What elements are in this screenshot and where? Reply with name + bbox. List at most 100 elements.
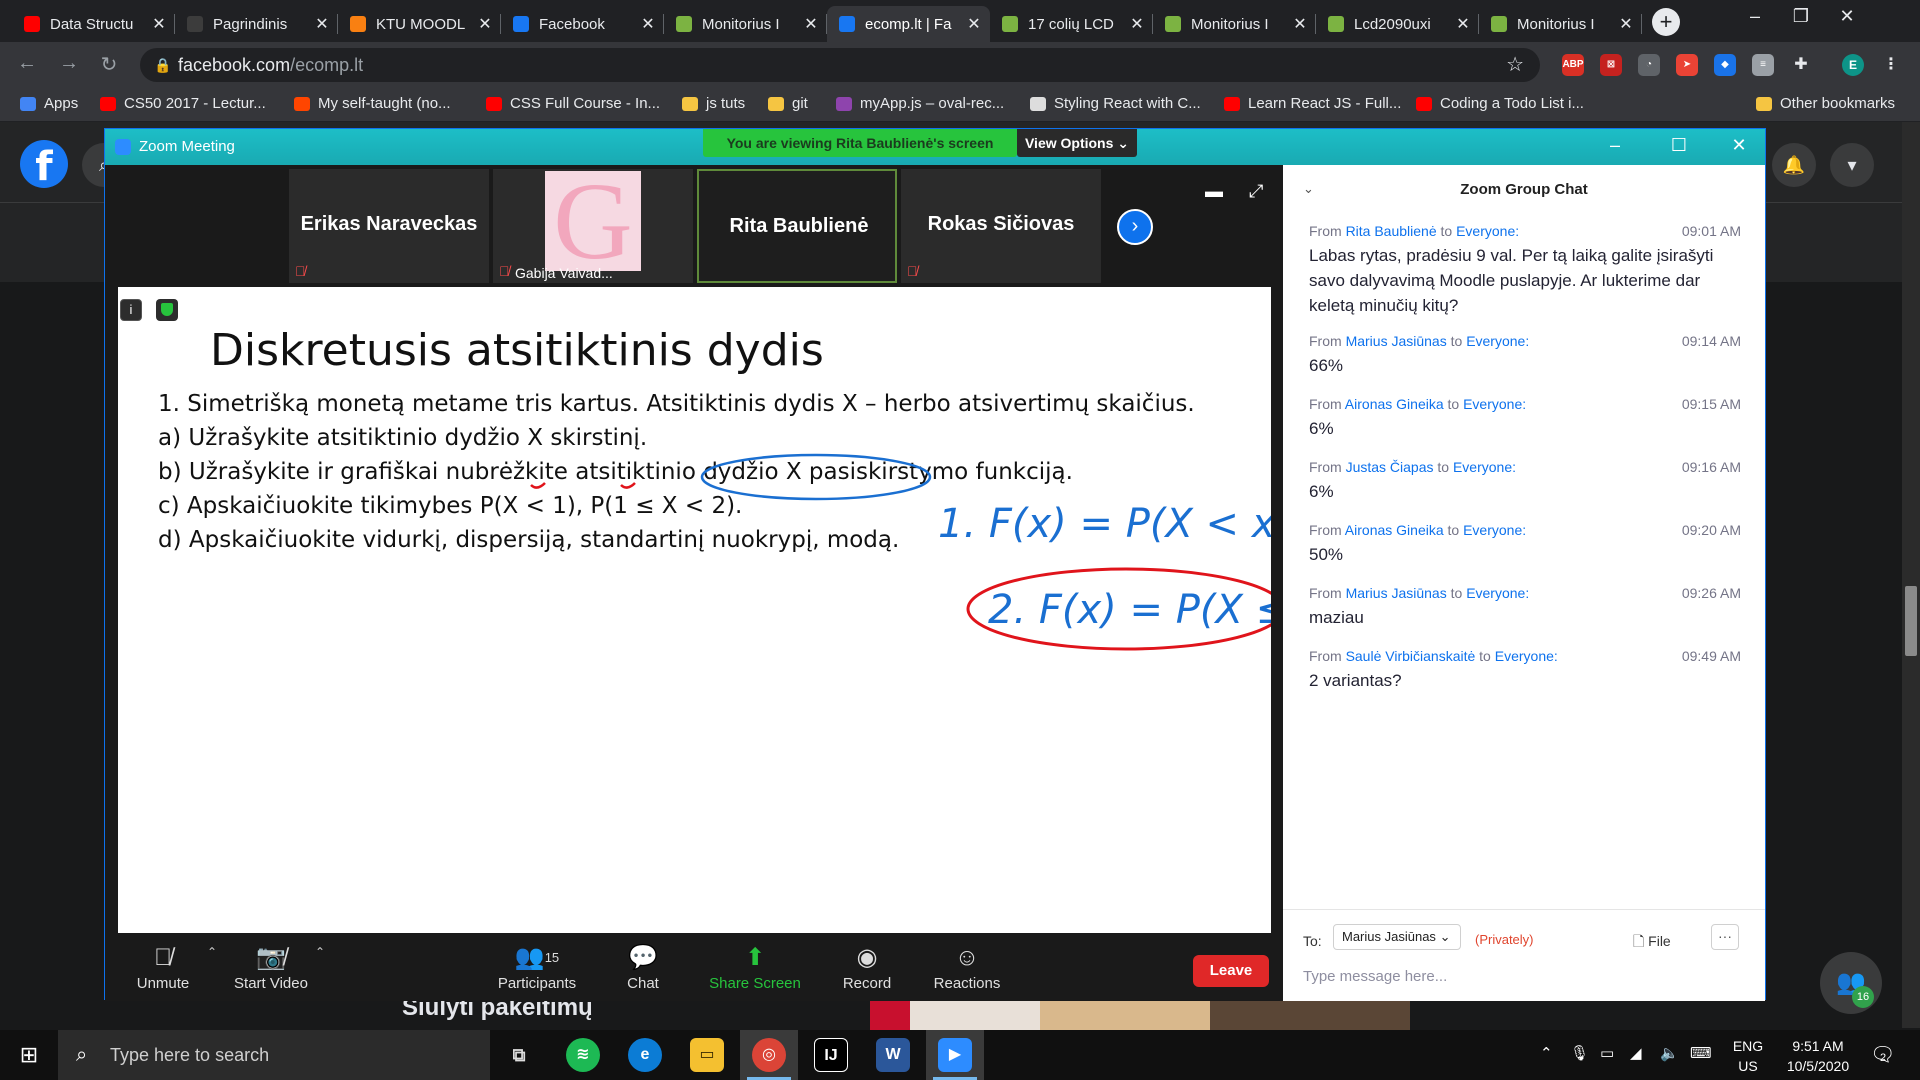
reactions-button[interactable]: ☺ Reactions	[917, 941, 1017, 992]
browser-tab[interactable]: 17 colių LCD ✕	[990, 6, 1153, 42]
close-window-icon[interactable]: ✕	[1824, 6, 1870, 27]
new-tab-button[interactable]: +	[1652, 8, 1680, 36]
extensions-puzzle-icon[interactable]: ✚	[1790, 54, 1812, 76]
close-tab-icon[interactable]: ✕	[640, 14, 656, 34]
taskbar-search-box[interactable]: ⌕ Type here to search	[58, 1030, 490, 1080]
audio-options-caret-icon[interactable]: ⌃	[207, 945, 217, 959]
browser-tab[interactable]: Data Structu ✕	[12, 6, 175, 42]
close-tab-icon[interactable]: ✕	[314, 14, 330, 34]
scrollbar-thumb[interactable]	[1905, 586, 1917, 656]
bookmark-item[interactable]: myApp.js – oval-rec...	[836, 95, 1004, 112]
people-button[interactable]: 👥 16	[1820, 952, 1882, 1014]
close-tab-icon[interactable]: ✕	[1618, 14, 1634, 34]
extension-gray-icon[interactable]: ◔	[1638, 54, 1660, 76]
extension-red-icon[interactable]: ⊠	[1600, 54, 1622, 76]
windows-start-icon[interactable]: ⊞	[0, 1030, 58, 1080]
bookmark-item[interactable]: git	[768, 95, 808, 112]
close-tab-icon[interactable]: ✕	[1129, 14, 1145, 34]
sender-name[interactable]: Saulė Virbičianskaitė	[1346, 648, 1476, 664]
back-icon[interactable]: ←	[14, 52, 40, 75]
recipient-name[interactable]: Everyone:	[1466, 333, 1529, 349]
reload-icon[interactable]: ↻	[96, 52, 122, 77]
account-menu-icon[interactable]: ▾	[1830, 143, 1874, 187]
browser-tab[interactable]: Monitorius I ✕	[664, 6, 827, 42]
bookmark-star-icon[interactable]: ☆	[1506, 48, 1524, 82]
word-icon[interactable]: W	[876, 1038, 910, 1072]
chat-message-input[interactable]: Type message here...	[1303, 968, 1447, 985]
volume-icon[interactable]: 🔈	[1660, 1044, 1679, 1062]
browser-tab[interactable]: ecomp.lt | Fa ✕	[827, 6, 990, 42]
browser-tab[interactable]: Facebook ✕	[501, 6, 664, 42]
next-page-arrow-icon[interactable]: ›	[1117, 209, 1153, 245]
unmute-button[interactable]: 🎙̸ Unmute ⌃	[113, 941, 217, 992]
video-options-caret-icon[interactable]: ⌃	[315, 945, 325, 959]
participant-tile[interactable]: Rokas Sičiovas 🎙̸	[901, 169, 1101, 283]
address-bar[interactable]: 🔒 facebook.com/ecomp.lt ☆	[140, 48, 1540, 82]
chat-button[interactable]: 💬 Chat	[593, 941, 693, 992]
file-button[interactable]: 🗋 File	[1633, 931, 1671, 955]
browser-tab[interactable]: Lcd2090uxi ✕	[1316, 6, 1479, 42]
action-center-icon[interactable]: 🗨 2	[1870, 1042, 1895, 1067]
browser-tab[interactable]: Monitorius I ✕	[1153, 6, 1316, 42]
close-tab-icon[interactable]: ✕	[1455, 14, 1471, 34]
restore-icon[interactable]: ❐	[1778, 6, 1824, 27]
spotify-icon[interactable]: ≋	[566, 1038, 600, 1072]
participants-button[interactable]: 👥15 Participants	[487, 941, 587, 992]
bookmark-item[interactable]: My self-taught (no...	[294, 95, 451, 112]
recipient-name[interactable]: Everyone:	[1453, 459, 1516, 475]
bookmark-item[interactable]: Coding a Todo List i...	[1416, 95, 1584, 112]
recipient-name[interactable]: Everyone:	[1495, 648, 1558, 664]
forward-icon[interactable]: →	[56, 52, 82, 75]
leave-meeting-button[interactable]: Leave	[1193, 955, 1269, 987]
profile-avatar[interactable]: E	[1842, 54, 1864, 76]
browser-tab[interactable]: Monitorius I ✕	[1479, 6, 1642, 42]
extension-blue-icon[interactable]: ◆	[1714, 54, 1736, 76]
view-options-button[interactable]: View Options ⌄	[1017, 129, 1137, 157]
browser-tab[interactable]: Pagrindinis ✕	[175, 6, 338, 42]
recipient-name[interactable]: Everyone:	[1456, 223, 1519, 239]
intellij-icon[interactable]: IJ	[814, 1038, 848, 1072]
bookmark-item[interactable]: Styling React with C...	[1030, 95, 1201, 112]
browser-tab[interactable]: KTU MOODL ✕	[338, 6, 501, 42]
extension-arrow-icon[interactable]: ➤	[1676, 54, 1698, 76]
close-tab-icon[interactable]: ✕	[477, 14, 493, 34]
browser-menu-icon[interactable]: ⋮	[1880, 54, 1902, 76]
participant-tile[interactable]: Erikas Naraveckas 🎙̸	[289, 169, 489, 283]
facebook-logo-icon[interactable]: f	[20, 140, 68, 190]
start-video-button[interactable]: 📷̸ Start Video ⌃	[221, 941, 325, 992]
close-tab-icon[interactable]: ✕	[151, 14, 167, 34]
zoom-maximize-icon[interactable]: ☐	[1659, 135, 1699, 156]
extension-db-icon[interactable]: ≡	[1752, 54, 1774, 76]
bookmark-item[interactable]: CS50 2017 - Lectur...	[100, 95, 266, 112]
participant-tile[interactable]: G 🎙̸ Gabija Vaivad...	[493, 166, 693, 283]
bookmark-item[interactable]: Apps	[20, 95, 78, 112]
active-speaker-tile[interactable]: Rita Baublienė	[697, 169, 897, 283]
battery-icon[interactable]: ▭	[1600, 1044, 1614, 1062]
microphone-icon[interactable]: 🎙	[1570, 1044, 1589, 1062]
recipient-name[interactable]: Everyone:	[1463, 522, 1526, 538]
zoom-minimize-icon[interactable]: –	[1595, 135, 1635, 156]
language-indicator[interactable]: ENG US	[1728, 1036, 1768, 1076]
zoom-taskbar-icon[interactable]: ▶	[938, 1038, 972, 1072]
recipient-select[interactable]: Marius Jasiūnas ⌄	[1333, 924, 1461, 950]
close-tab-icon[interactable]: ✕	[1292, 14, 1308, 34]
sender-name[interactable]: Rita Baublienė	[1346, 223, 1437, 239]
recipient-name[interactable]: Everyone:	[1466, 585, 1529, 601]
system-clock[interactable]: 9:51 AM 10/5/2020	[1778, 1036, 1858, 1076]
notifications-bell-icon[interactable]: 🔔	[1772, 143, 1816, 187]
network-icon[interactable]: ◢	[1630, 1044, 1642, 1062]
page-scrollbar[interactable]	[1902, 122, 1920, 1028]
bookmark-item[interactable]: CSS Full Course - In...	[486, 95, 660, 112]
close-tab-icon[interactable]: ✕	[966, 14, 982, 34]
sender-name[interactable]: Aironas Gineika	[1345, 396, 1444, 412]
edge-icon[interactable]: e	[628, 1038, 662, 1072]
sender-name[interactable]: Justas Čiapas	[1346, 459, 1434, 475]
task-view-icon[interactable]: ⧉	[502, 1038, 536, 1072]
file-explorer-icon[interactable]: ▭	[690, 1038, 724, 1072]
sender-name[interactable]: Marius Jasiūnas	[1346, 333, 1447, 349]
bookmark-item[interactable]: Learn React JS - Full...	[1224, 95, 1401, 112]
more-options-button[interactable]: ···	[1711, 924, 1739, 950]
adblock-icon[interactable]: ABP	[1562, 54, 1584, 76]
bookmark-item[interactable]: Other bookmarks	[1756, 95, 1895, 112]
record-button[interactable]: ◉ Record	[817, 941, 917, 992]
